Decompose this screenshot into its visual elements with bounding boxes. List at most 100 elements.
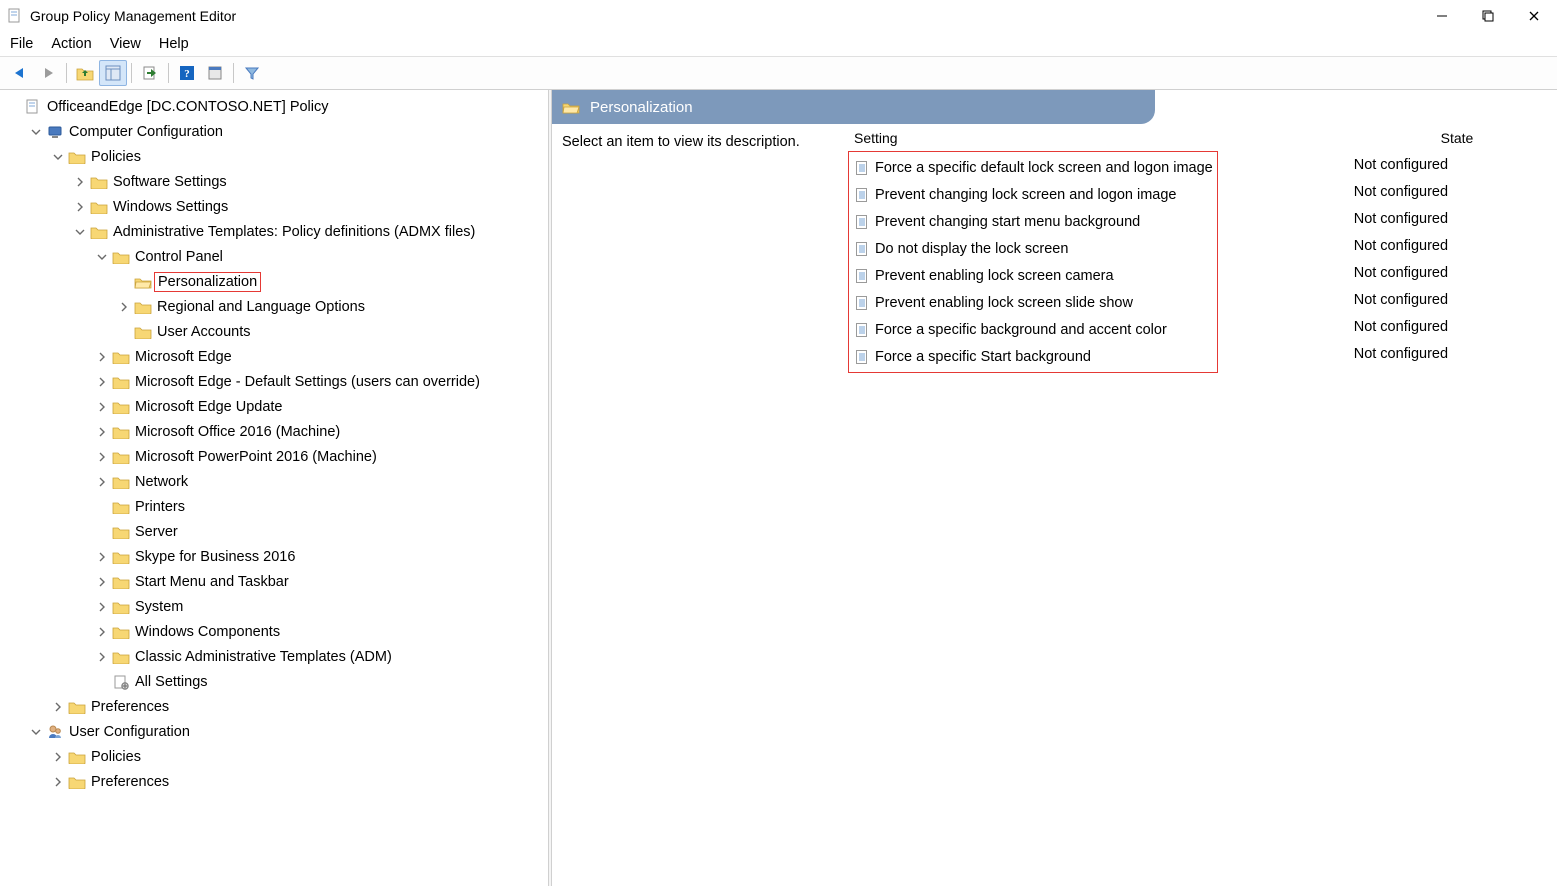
folder-icon [112,624,130,640]
tree-preferences-computer[interactable]: Preferences [50,694,548,719]
tree-windows-components[interactable]: Windows Components [94,619,548,644]
tree-microsoft-edge[interactable]: Microsoft Edge [94,344,548,369]
setting-row[interactable]: Prevent changing start menu background [851,208,1215,235]
tree-microsoft-edge-update[interactable]: Microsoft Edge Update [94,394,548,419]
folder-icon [90,199,108,215]
tree-control-panel[interactable]: Control Panel [94,244,548,269]
expander-icon[interactable] [28,124,44,140]
expander-icon[interactable] [94,249,110,265]
expander-icon[interactable] [94,649,110,665]
expander-icon[interactable] [94,374,110,390]
tree-root[interactable]: OfficeandEdge [DC.CONTOSO.NET] Policy [6,94,548,119]
folder-icon [68,749,86,765]
setting-row[interactable]: Force a specific default lock screen and… [851,154,1215,181]
expander-icon[interactable] [94,574,110,590]
folder-icon [134,324,152,340]
expander-icon[interactable] [116,299,132,315]
tree-personalization[interactable]: Personalization [116,269,548,294]
tree-classic-adm[interactable]: Classic Administrative Templates (ADM) [94,644,548,669]
states-column: Not configuredNot configuredNot configur… [1348,151,1557,373]
expander-icon[interactable] [50,774,66,790]
tree-regional-options[interactable]: Regional and Language Options [116,294,548,319]
tree-all-settings[interactable]: All Settings [94,669,548,694]
export-list-button[interactable] [136,60,164,86]
tree-software-settings[interactable]: Software Settings [72,169,548,194]
back-button[interactable] [6,60,34,86]
expander-icon[interactable] [28,724,44,740]
expander-icon[interactable] [72,199,88,215]
setting-row[interactable]: Prevent enabling lock screen slide show [851,289,1215,316]
menu-action[interactable]: Action [51,36,91,52]
settings-list: Force a specific default lock screen and… [848,151,1218,373]
minimize-button[interactable] [1419,0,1465,32]
folder-icon [112,424,130,440]
tree-office-2016[interactable]: Microsoft Office 2016 (Machine) [94,419,548,444]
tree-user-accounts[interactable]: User Accounts [116,319,548,344]
console-tree[interactable]: OfficeandEdge [DC.CONTOSO.NET] Policy Co… [0,90,548,886]
tree-windows-settings[interactable]: Windows Settings [72,194,548,219]
expander-icon[interactable] [94,624,110,640]
setting-state: Not configured [1348,205,1557,232]
policy-item-icon [853,214,871,230]
menu-help[interactable]: Help [159,36,189,52]
expander-icon[interactable] [72,224,88,240]
tree-administrative-templates[interactable]: Administrative Templates: Policy definit… [72,219,548,244]
show-hide-tree-button[interactable] [99,60,127,86]
tree-network[interactable]: Network [94,469,548,494]
policy-item-icon [853,241,871,257]
tree-user-configuration[interactable]: User Configuration [28,719,548,744]
expander-icon[interactable] [50,149,66,165]
tree-printers[interactable]: Printers [94,494,548,519]
tree-system[interactable]: System [94,594,548,619]
folder-icon [68,774,86,790]
tree-microsoft-edge-default[interactable]: Microsoft Edge - Default Settings (users… [94,369,548,394]
tree-server[interactable]: Server [94,519,548,544]
expander-icon[interactable] [50,699,66,715]
col-header-setting[interactable]: Setting [854,130,1357,146]
close-button[interactable] [1511,0,1557,32]
tree-preferences-user[interactable]: Preferences [50,769,548,794]
setting-row[interactable]: Do not display the lock screen [851,235,1215,262]
tree-skype[interactable]: Skype for Business 2016 [94,544,548,569]
up-folder-button[interactable] [71,60,99,86]
expander-icon[interactable] [94,349,110,365]
description-text: Select an item to view its description. [552,124,840,150]
expander-icon[interactable] [94,449,110,465]
expander-icon[interactable] [72,174,88,190]
details-pane: Personalization Select an item to view i… [552,90,1557,886]
col-header-state[interactable]: State [1357,130,1557,146]
all-settings-icon [112,674,130,690]
window-title: Group Policy Management Editor [30,8,236,24]
setting-name: Force a specific Start background [875,349,1213,365]
toolbar [0,57,1557,90]
help-button[interactable] [173,60,201,86]
tree-powerpoint-2016[interactable]: Microsoft PowerPoint 2016 (Machine) [94,444,548,469]
setting-row[interactable]: Force a specific background and accent c… [851,316,1215,343]
menu-view[interactable]: View [110,36,141,52]
expander-icon[interactable] [94,474,110,490]
policy-item-icon [853,187,871,203]
setting-name: Prevent changing start menu background [875,214,1213,230]
expander-icon[interactable] [94,549,110,565]
setting-state: Not configured [1348,232,1557,259]
expander-icon[interactable] [50,749,66,765]
tree-policies[interactable]: Policies [50,144,548,169]
setting-row[interactable]: Prevent changing lock screen and logon i… [851,181,1215,208]
maximize-button[interactable] [1465,0,1511,32]
setting-state: Not configured [1348,151,1557,178]
expander-icon[interactable] [94,599,110,615]
expander-icon[interactable] [94,424,110,440]
menu-file[interactable]: File [10,36,33,52]
policy-item-icon [853,268,871,284]
tree-start-menu-taskbar[interactable]: Start Menu and Taskbar [94,569,548,594]
filter-button[interactable] [238,60,266,86]
tree-computer-configuration[interactable]: Computer Configuration [28,119,548,144]
policy-item-icon [853,160,871,176]
tree-policies-user[interactable]: Policies [50,744,548,769]
setting-state: Not configured [1348,259,1557,286]
setting-row[interactable]: Force a specific Start background [851,343,1215,370]
forward-button[interactable] [34,60,62,86]
properties-button[interactable] [201,60,229,86]
expander-icon[interactable] [94,399,110,415]
setting-row[interactable]: Prevent enabling lock screen camera [851,262,1215,289]
